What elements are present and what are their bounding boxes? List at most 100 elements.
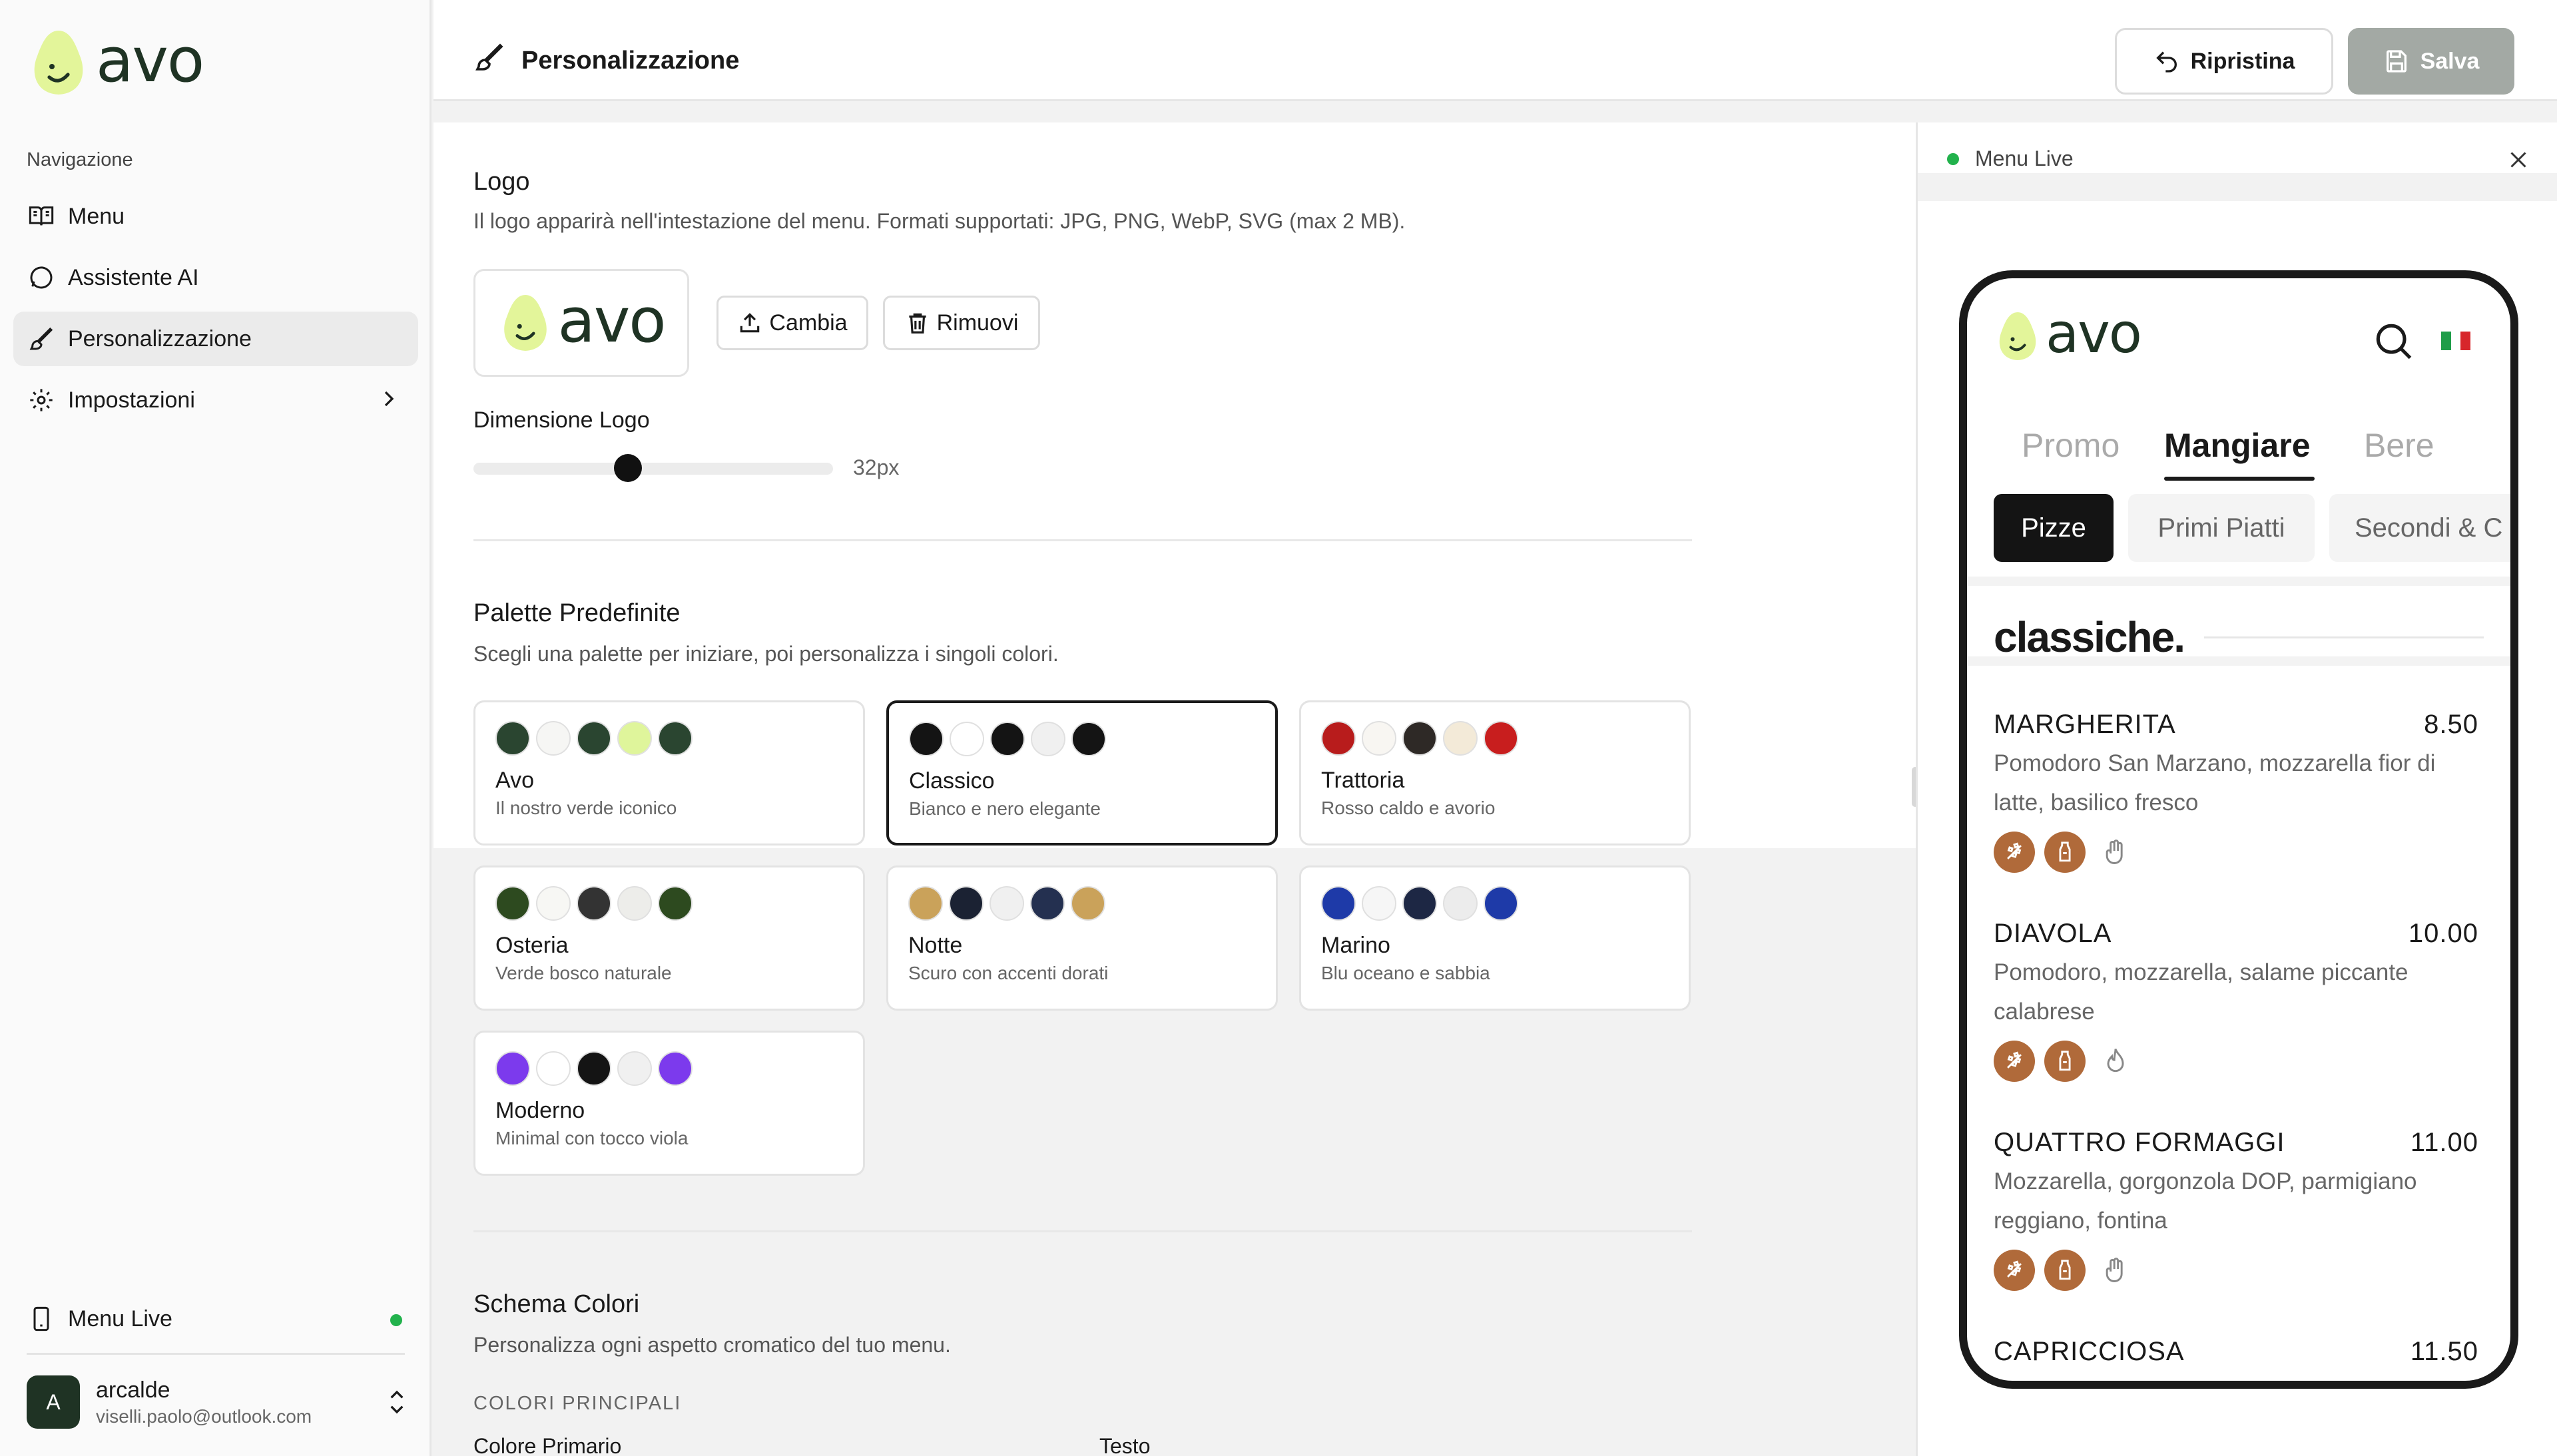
color-swatch <box>1443 721 1478 756</box>
palette-card-avo[interactable]: Avo Il nostro verde iconico <box>473 700 865 846</box>
color-swatch <box>495 1051 530 1086</box>
logo-wordmark: avo <box>557 284 666 356</box>
menu-item[interactable]: CAPRICCIOSA 11.50 <box>1994 1337 2486 1367</box>
reset-button[interactable]: Ripristina <box>2115 28 2333 95</box>
category-chip-secondi[interactable]: Secondi & C <box>2329 494 2510 562</box>
chevrons-up-down-icon <box>384 1386 410 1421</box>
palette-name: Avo <box>495 768 534 793</box>
sidebar-item-label: Assistente AI <box>68 264 199 290</box>
dish-description: Pomodoro, mozzarella, salame piccante ca… <box>1994 959 2409 1025</box>
preview-title-text: Menu Live <box>1975 146 2074 170</box>
color-swatch <box>1402 721 1437 756</box>
dish-name: MARGHERITA <box>1994 710 2176 739</box>
color-swatch <box>1071 886 1105 921</box>
save-button[interactable]: Salva <box>2348 28 2514 95</box>
palette-card-trattoria[interactable]: Trattoria Rosso caldo e avorio <box>1299 700 1691 846</box>
menu-item[interactable]: MARGHERITA 8.50 Pomodoro San Marzano, moz… <box>1994 710 2486 873</box>
category-heading: classiche. <box>1994 613 2185 661</box>
chip-divider <box>1967 577 2510 586</box>
color-swatch <box>617 721 652 756</box>
color-swatch <box>577 886 611 921</box>
palette-card-moderno[interactable]: Moderno Minimal con tocco viola <box>473 1031 865 1176</box>
milk-icon <box>2044 1041 2086 1082</box>
color-swatch <box>909 722 944 756</box>
avatar: A <box>27 1375 80 1429</box>
color-swatch <box>658 1051 693 1086</box>
user-email: viselli.paolo@outlook.com <box>96 1405 312 1427</box>
color-swatch <box>1030 886 1065 921</box>
sidebar-item-menu-live[interactable]: Menu Live <box>13 1292 418 1346</box>
menu-tab-promo[interactable]: Promo <box>2022 426 2120 465</box>
category-rule <box>2204 636 2484 638</box>
menu-logo: avo <box>1994 302 2142 365</box>
sidebar-item-label: Impostazioni <box>68 387 195 413</box>
milk-icon <box>2044 832 2086 873</box>
color-swatch <box>536 721 571 756</box>
palette-description: Rosso caldo e avorio <box>1321 798 1496 818</box>
category-chip-pizze[interactable]: Pizze <box>1994 494 2114 562</box>
palette-description: Il nostro verde iconico <box>495 798 677 818</box>
live-status-dot <box>1947 152 1959 165</box>
message-circle-icon <box>27 263 56 292</box>
close-icon[interactable] <box>2506 148 2530 175</box>
brand-logo[interactable]: avo <box>27 25 204 99</box>
reset-label: Ripristina <box>2190 48 2295 74</box>
palette-name: Marino <box>1321 933 1390 958</box>
logo-size-label: Dimensione Logo <box>473 407 650 433</box>
color-swatch <box>577 1051 611 1086</box>
category-chip-primi-piatti[interactable]: Primi Piatti <box>2128 494 2315 562</box>
palette-card-classico[interactable]: Classico Bianco e nero elegante <box>886 700 1278 846</box>
palette-card-osteria[interactable]: Osteria Verde bosco naturale <box>473 865 865 1011</box>
color-swatch <box>990 722 1025 756</box>
palette-card-marino[interactable]: Marino Blu oceano e sabbia <box>1299 865 1691 1011</box>
logo-size-slider-handle[interactable] <box>614 454 643 482</box>
user-account-switcher[interactable]: A arcalde viselli.paolo@outlook.com <box>27 1373 410 1431</box>
sidebar-item-settings[interactable]: Impostazioni <box>13 373 418 427</box>
palette-description: Blu oceano e sabbia <box>1321 963 1490 983</box>
logo-preview: avo <box>473 269 689 377</box>
palette-swatches <box>908 886 1256 921</box>
italian-flag-icon[interactable] <box>2441 332 2471 350</box>
menu-item[interactable]: QUATTRO FORMAGGI 11.00 Mozzarella, gorgon… <box>1994 1128 2486 1291</box>
undo-icon <box>2153 48 2180 75</box>
upload-icon <box>737 310 762 336</box>
change-logo-label: Cambia <box>769 310 848 336</box>
sidebar-item-personalization[interactable]: Personalizzazione <box>13 312 418 366</box>
menu-tab-bere[interactable]: Bere <box>2364 426 2434 465</box>
sidebar-item-label: Menu Live <box>68 1306 172 1332</box>
preview-band <box>1918 173 2557 201</box>
wheat-icon <box>1994 1041 2035 1082</box>
search-icon[interactable] <box>2371 318 2416 367</box>
color-swatch <box>1362 721 1396 756</box>
color-swatch <box>950 722 984 756</box>
brush-icon <box>27 324 56 354</box>
category-separator <box>1967 656 2510 666</box>
vegetarian-hand-icon <box>2095 832 2136 873</box>
palette-name: Classico <box>909 768 995 794</box>
dish-price: 11.00 <box>2410 1128 2478 1157</box>
palette-description: Verde bosco naturale <box>495 963 672 983</box>
menu-item[interactable]: DIAVOLA 10.00 Pomodoro, mozzarella, salam… <box>1994 919 2486 1082</box>
gear-icon <box>27 385 56 415</box>
palette-card-notte[interactable]: Notte Scuro con accenti dorati <box>886 865 1278 1011</box>
change-logo-button[interactable]: Cambia <box>716 296 868 350</box>
color-swatch <box>1484 886 1518 921</box>
page-header: Personalizzazione Ripristina Salva <box>433 0 2557 101</box>
logo-size-slider-track[interactable] <box>473 463 833 475</box>
palette-name: Osteria <box>495 933 569 958</box>
sidebar: avo Navigazione Menu Assistente AI Perso… <box>0 0 431 1456</box>
live-preview-panel: Menu Live avo Promo Mangiare Bere Pizze … <box>1916 122 2557 1456</box>
wheat-icon <box>1994 1250 2035 1291</box>
menu-tab-mangiare[interactable]: Mangiare <box>2164 426 2311 465</box>
sidebar-item-ai-assistant[interactable]: Assistente AI <box>13 250 418 305</box>
color-swatch <box>658 721 693 756</box>
palette-description: Bianco e nero elegante <box>909 798 1101 819</box>
section-divider <box>473 539 1692 541</box>
sidebar-item-menu[interactable]: Menu <box>13 189 418 244</box>
allergen-badges <box>1994 832 2486 873</box>
palette-section-title: Palette Predefinite <box>473 599 681 627</box>
preview-title: Menu Live <box>1947 146 2074 171</box>
remove-logo-button[interactable]: Rimuovi <box>883 296 1040 350</box>
chevron-right-icon <box>376 385 402 418</box>
nav-heading: Navigazione <box>27 149 133 170</box>
